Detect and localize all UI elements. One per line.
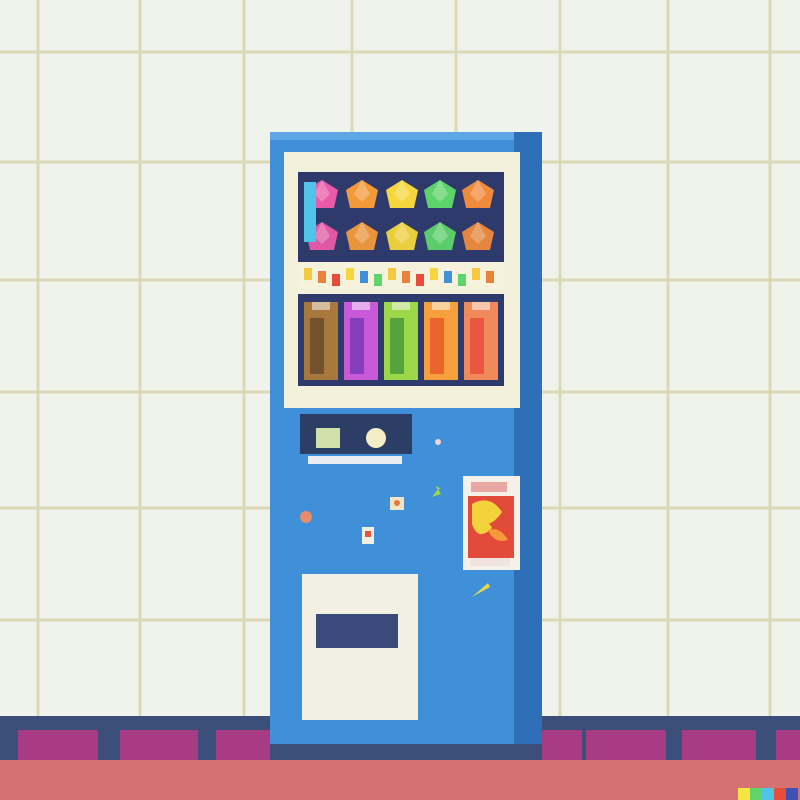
drink-cap bbox=[352, 302, 370, 310]
price-label bbox=[402, 271, 410, 283]
baseboard-panel bbox=[120, 730, 198, 760]
price-label bbox=[416, 274, 424, 286]
baseboard-panel bbox=[586, 730, 666, 760]
floor bbox=[0, 760, 800, 800]
lower-products bbox=[304, 302, 498, 380]
drink-cap bbox=[432, 302, 450, 310]
price-label bbox=[332, 274, 340, 286]
status-light bbox=[300, 511, 312, 523]
drink-cap bbox=[392, 302, 410, 310]
price-label bbox=[304, 268, 312, 280]
swatch-square bbox=[738, 788, 750, 800]
vending-machine-scene bbox=[0, 0, 800, 800]
baseboard-panel bbox=[216, 730, 270, 760]
dispense-slot[interactable] bbox=[316, 614, 398, 648]
baseboard-panel bbox=[776, 730, 800, 760]
swatch-square bbox=[786, 788, 798, 800]
baseboard-panel bbox=[682, 730, 756, 760]
price-label bbox=[430, 268, 438, 280]
dispense-area bbox=[302, 574, 418, 720]
swatch-square bbox=[774, 788, 786, 800]
palette-swatch bbox=[738, 788, 798, 800]
poster-top bbox=[471, 482, 507, 492]
drink-label bbox=[310, 318, 324, 374]
drink-label bbox=[350, 318, 364, 374]
coin-return[interactable] bbox=[308, 456, 402, 464]
baseboard-panel bbox=[542, 730, 582, 760]
price-label bbox=[486, 271, 494, 283]
product-item[interactable] bbox=[304, 182, 316, 242]
swatch-square bbox=[762, 788, 774, 800]
control-panel bbox=[300, 414, 412, 464]
illustration-canvas bbox=[0, 0, 800, 800]
price-label bbox=[374, 274, 382, 286]
drink-cap bbox=[472, 302, 490, 310]
price-label bbox=[444, 271, 452, 283]
price-label bbox=[388, 268, 396, 280]
drink-label bbox=[470, 318, 484, 374]
side-dot bbox=[435, 439, 441, 445]
swatch-square bbox=[750, 788, 762, 800]
price-label bbox=[458, 274, 466, 286]
drink-poster bbox=[463, 476, 520, 570]
drink-label bbox=[390, 318, 404, 374]
bill-acceptor[interactable] bbox=[316, 428, 340, 448]
drink-cap bbox=[312, 302, 330, 310]
poster-bottom bbox=[470, 558, 510, 566]
price-label bbox=[472, 268, 480, 280]
machine-top-trim bbox=[270, 132, 514, 140]
price-label bbox=[346, 268, 354, 280]
baseboard-panel bbox=[18, 730, 98, 760]
coin-button[interactable] bbox=[366, 428, 386, 448]
price-label bbox=[318, 271, 326, 283]
vending-machine bbox=[270, 132, 542, 744]
price-label bbox=[360, 271, 368, 283]
drink-label bbox=[430, 318, 444, 374]
card-reader-dot bbox=[394, 500, 400, 506]
display-window bbox=[284, 152, 520, 408]
small-badge-mark bbox=[365, 531, 371, 537]
